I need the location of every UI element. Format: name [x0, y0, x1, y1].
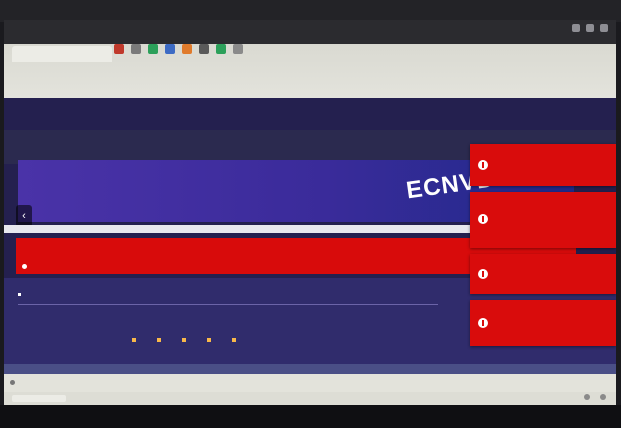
taskbar — [4, 392, 616, 405]
tool-icon — [232, 338, 236, 342]
footer-strip — [4, 364, 616, 374]
tool-icon — [182, 338, 186, 342]
notification-toast[interactable] — [470, 300, 616, 346]
tool-item[interactable] — [157, 338, 164, 342]
extension-icon[interactable] — [131, 44, 141, 54]
extension-icons — [114, 44, 243, 54]
extension-icon[interactable] — [216, 44, 226, 54]
tool-item[interactable] — [232, 338, 239, 342]
tool-icon — [207, 338, 211, 342]
notification-toast[interactable] — [470, 254, 616, 294]
divider — [18, 304, 438, 305]
notification-toast[interactable] — [470, 192, 616, 248]
warning-icon — [10, 380, 15, 385]
alert-close-icon[interactable] — [22, 264, 27, 269]
window-controls — [572, 24, 608, 32]
extension-icon[interactable] — [182, 44, 192, 54]
carousel-prev-button[interactable]: ‹ — [16, 205, 32, 227]
close-icon[interactable] — [600, 24, 608, 32]
breadcrumb — [18, 292, 25, 297]
browser-status-bar — [4, 374, 616, 392]
extension-icon[interactable] — [114, 44, 124, 54]
info-icon — [478, 160, 488, 170]
notification-toast[interactable] — [470, 144, 616, 186]
tool-icon — [157, 338, 161, 342]
extension-icon[interactable] — [199, 44, 209, 54]
chevron-left-icon: ‹ — [22, 210, 26, 222]
tool-item[interactable] — [182, 338, 189, 342]
tool-item[interactable] — [207, 338, 214, 342]
info-icon — [478, 214, 488, 224]
tab-strip — [4, 20, 616, 44]
browser-toolbar — [4, 20, 616, 98]
minimize-icon[interactable] — [572, 24, 580, 32]
tray-icon[interactable] — [600, 394, 606, 400]
info-icon — [478, 318, 488, 328]
system-tray — [584, 394, 606, 400]
monitor-screen: ECNVDO ‹ › — [4, 20, 616, 405]
extension-icon[interactable] — [233, 44, 243, 54]
tool-icon — [132, 338, 136, 342]
extension-icon[interactable] — [148, 44, 158, 54]
browser-tab-active[interactable] — [12, 46, 112, 62]
maximize-icon[interactable] — [586, 24, 594, 32]
taskbar-item[interactable] — [12, 395, 66, 402]
extension-icon[interactable] — [165, 44, 175, 54]
tray-icon[interactable] — [584, 394, 590, 400]
tool-item[interactable] — [132, 338, 139, 342]
tool-row — [132, 338, 239, 342]
photo: ECNVDO ‹ › — [0, 0, 621, 428]
monitor-bottom-bezel — [0, 405, 621, 428]
home-icon[interactable] — [18, 293, 21, 296]
info-icon — [478, 269, 488, 279]
monitor-top-bezel — [0, 0, 621, 22]
